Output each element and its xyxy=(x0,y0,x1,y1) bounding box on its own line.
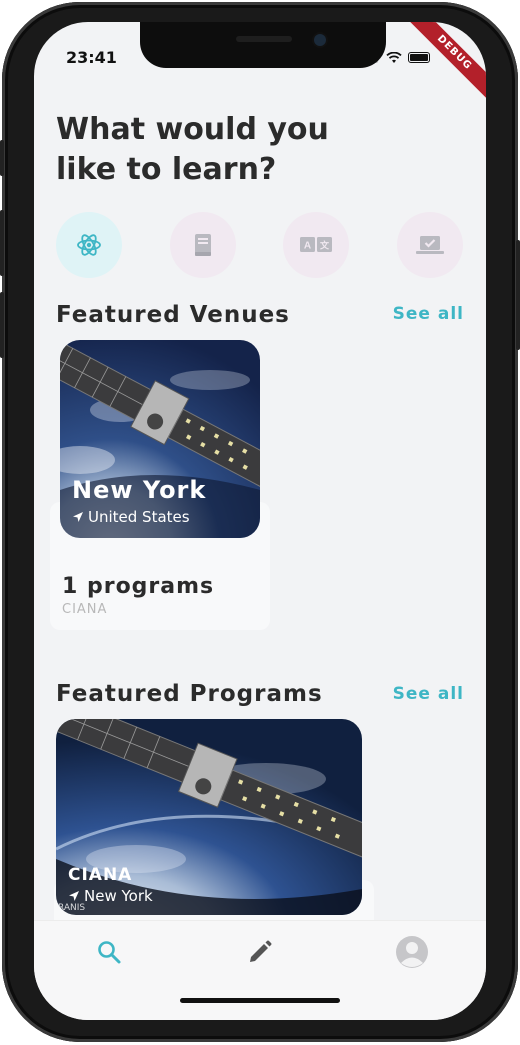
mute-switch xyxy=(0,140,4,176)
translate-icon: A 文 xyxy=(300,237,332,252)
satellite-image xyxy=(56,719,362,915)
pencil-icon xyxy=(250,940,272,962)
volume-down-button xyxy=(0,292,4,358)
home-indicator xyxy=(180,998,340,1003)
nav-edit[interactable] xyxy=(243,935,277,969)
venue-country: United States xyxy=(72,508,190,526)
wifi-icon xyxy=(386,51,402,63)
avatar-icon xyxy=(396,936,428,968)
program-partial-text: RANIS xyxy=(58,903,86,913)
category-languages[interactable]: A 文 xyxy=(283,212,349,278)
battery-icon xyxy=(408,52,430,63)
bottom-navigation xyxy=(34,920,486,1020)
program-city-label: New York xyxy=(84,887,153,905)
svg-text:A: A xyxy=(304,241,311,252)
venue-city: New York xyxy=(72,476,207,504)
book-icon xyxy=(195,234,211,256)
venue-org: CIANA xyxy=(62,602,108,617)
front-camera xyxy=(314,34,326,46)
navigation-arrow-icon xyxy=(73,512,83,522)
venue-programs-count: 1 programs xyxy=(62,574,215,599)
category-literature[interactable] xyxy=(170,212,236,278)
program-name: CIANA xyxy=(68,865,133,885)
venue-country-label: United States xyxy=(88,508,190,526)
navigation-arrow-icon xyxy=(69,891,79,901)
featured-programs-title: Featured Programs xyxy=(56,681,323,707)
venues-see-all-link[interactable]: See all xyxy=(393,304,464,324)
page-title: What would you like to learn? xyxy=(56,112,329,187)
venue-image[interactable]: New York United States xyxy=(60,340,260,538)
category-technology[interactable] xyxy=(397,212,463,278)
laptop-check-icon xyxy=(416,236,444,254)
programs-see-all-link[interactable]: See all xyxy=(393,684,464,704)
speaker-grille xyxy=(236,36,292,42)
search-icon xyxy=(98,941,121,964)
featured-venues-title: Featured Venues xyxy=(56,302,290,328)
app-screen: 23:41 DEBUG What would you like to learn… xyxy=(34,22,486,1020)
nav-search[interactable] xyxy=(92,935,126,969)
atom-icon xyxy=(77,234,101,256)
svg-text:文: 文 xyxy=(319,240,330,251)
power-button xyxy=(516,240,520,350)
notch xyxy=(140,22,386,68)
status-time: 23:41 xyxy=(66,48,117,67)
nav-profile[interactable] xyxy=(395,935,429,969)
volume-up-button xyxy=(0,210,4,276)
program-image[interactable]: CIANA New York RANIS xyxy=(56,719,362,915)
category-science[interactable] xyxy=(56,212,122,278)
